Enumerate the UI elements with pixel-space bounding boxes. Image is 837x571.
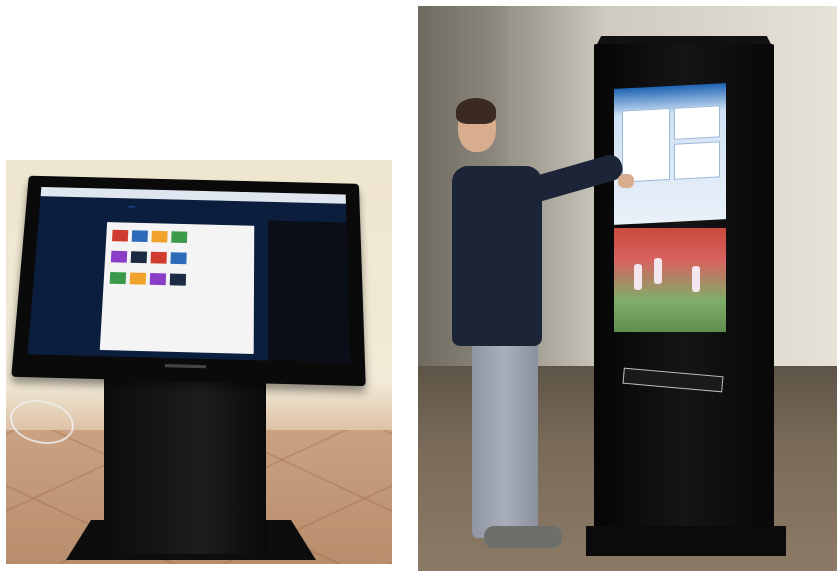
lower-display-screen — [614, 228, 726, 332]
content-tile — [110, 250, 128, 263]
screen-panel — [674, 105, 720, 140]
content-tile — [149, 273, 167, 286]
content-tile — [111, 229, 129, 242]
totem-foot — [586, 526, 786, 556]
browser-toolbar — [40, 186, 346, 204]
right-kiosk-photo — [418, 6, 837, 571]
site-logo — [127, 205, 136, 208]
content-tile — [170, 252, 187, 265]
content-tile — [151, 230, 168, 243]
touchscreen-monitor — [11, 175, 366, 387]
screen-panel — [622, 108, 670, 183]
content-tile — [109, 272, 127, 285]
content-tile — [169, 273, 187, 286]
monitor-brand-label — [164, 364, 207, 369]
screen-panel — [674, 141, 720, 180]
content-tile — [150, 251, 167, 264]
player-figure — [634, 264, 642, 290]
dark-side-panel — [267, 220, 351, 363]
person-hand — [618, 174, 634, 188]
content-tile — [129, 272, 147, 285]
person-shoe — [484, 526, 562, 548]
kiosk-pedestal — [104, 356, 266, 554]
content-tile — [130, 251, 148, 264]
left-kiosk-photo — [6, 160, 392, 564]
player-figure — [692, 266, 700, 292]
content-tile — [171, 231, 188, 244]
content-tile — [131, 230, 148, 243]
upper-touchscreen — [614, 83, 726, 225]
monitor-screen — [27, 186, 351, 363]
person-hair — [456, 98, 496, 124]
person-legs — [472, 328, 538, 538]
web-page-content — [99, 222, 255, 354]
player-figure — [654, 258, 662, 284]
